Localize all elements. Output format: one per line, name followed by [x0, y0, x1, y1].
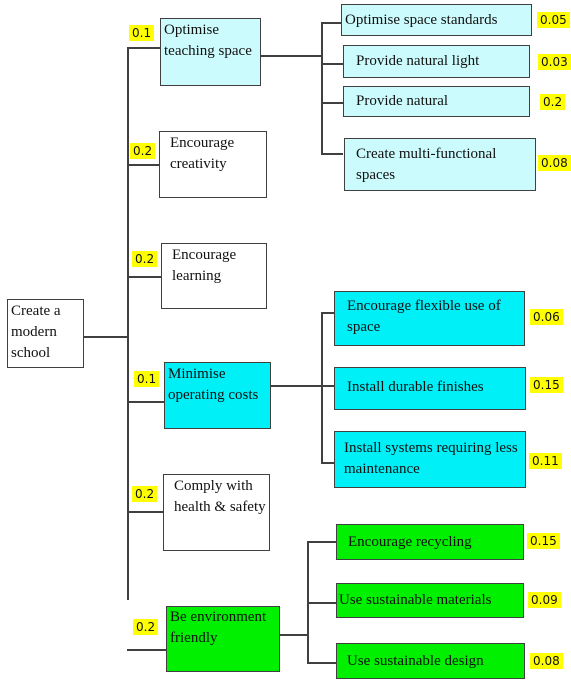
- weight-badge: 0.15: [527, 533, 560, 549]
- criterion-label: Be environment friendly: [170, 609, 267, 646]
- sub-connector: [307, 602, 337, 604]
- subcriterion-label: Encourage recycling: [348, 534, 472, 550]
- main-trunk: [127, 47, 129, 200]
- branch-connector: [127, 401, 165, 403]
- weight-badge: 0.08: [530, 653, 563, 669]
- sub-connector: [321, 102, 343, 104]
- criterion-label: Minimise operating costs: [168, 366, 259, 403]
- criterion-box-comply-health-safety[interactable]: Comply with health & safety: [163, 474, 270, 551]
- criterion-label: Optimise teaching space: [164, 22, 252, 59]
- weight-badge: 0.2: [132, 486, 158, 502]
- weight-badge: 0.03: [538, 54, 571, 70]
- branch-connector: [127, 649, 167, 651]
- criterion-label: Comply with health & safety: [174, 478, 266, 515]
- weight-badge: 0.2: [132, 251, 158, 267]
- subcriterion-label: Optimise space standards: [345, 12, 498, 28]
- main-trunk: [127, 200, 129, 600]
- subcriterion-label: Encourage flexible use of space: [347, 298, 501, 335]
- sub-connector: [260, 55, 322, 57]
- weight-badge: 0.11: [529, 453, 562, 469]
- subcriterion-label: Install durable finishes: [347, 379, 484, 395]
- sub-connector: [307, 541, 337, 543]
- sub-connector: [307, 662, 337, 664]
- weight-badge: 0.15: [530, 377, 563, 393]
- subcriterion-label: Provide natural: [356, 93, 449, 109]
- subcriterion-label: Create multi-functional spaces: [356, 146, 497, 183]
- root-goal-box[interactable]: Create a modern school: [7, 299, 84, 368]
- subcriterion-box[interactable]: Create multi-functional spaces: [344, 138, 536, 191]
- weight-badge: 0.1: [129, 25, 155, 41]
- weight-badge: 0.05: [537, 12, 570, 28]
- subcriterion-box[interactable]: Use sustainable materials: [336, 583, 524, 618]
- sub-trunk: [321, 312, 323, 462]
- criterion-box-optimise-teaching-space[interactable]: Optimise teaching space: [160, 18, 261, 86]
- criterion-box-be-environment-friendly[interactable]: Be environment friendly: [166, 606, 280, 672]
- sub-connector: [321, 462, 335, 464]
- sub-connector: [321, 153, 343, 155]
- root-connector: [83, 336, 128, 338]
- subcriterion-box[interactable]: Install systems requiring less maintenan…: [334, 431, 526, 488]
- subcriterion-box[interactable]: Optimise space standards: [341, 4, 532, 36]
- weight-badge: 0.08: [538, 155, 571, 171]
- criterion-label: Encourage learning: [172, 247, 237, 284]
- weight-badge: 0.1: [134, 371, 160, 387]
- sub-connector: [270, 385, 322, 387]
- branch-connector: [127, 276, 162, 278]
- subcriterion-label: Provide natural light: [356, 53, 480, 69]
- subcriterion-box[interactable]: Encourage recycling: [336, 524, 524, 560]
- weight-badge: 0.06: [530, 309, 563, 325]
- sub-connector: [321, 63, 343, 65]
- weight-badge: 0.2: [130, 143, 156, 159]
- criterion-box-encourage-creativity[interactable]: Encourage creativity: [159, 131, 267, 198]
- branch-connector: [127, 47, 161, 49]
- weight-badge: 0.2: [133, 619, 159, 635]
- subcriterion-label: Use sustainable materials: [339, 592, 492, 608]
- subcriterion-label: Use sustainable design: [347, 653, 484, 669]
- branch-connector: [127, 164, 159, 166]
- subcriterion-box[interactable]: Encourage flexible use of space: [334, 291, 525, 346]
- subcriterion-label: Install systems requiring less maintenan…: [344, 440, 518, 477]
- criterion-box-encourage-learning[interactable]: Encourage learning: [161, 243, 267, 309]
- root-goal-label: Create a modern school: [11, 303, 61, 361]
- subcriterion-box[interactable]: Provide natural: [343, 86, 530, 117]
- weight-badge: 0.09: [528, 592, 561, 608]
- subcriterion-box[interactable]: Use sustainable design: [336, 643, 525, 679]
- criterion-label: Encourage creativity: [170, 135, 235, 172]
- criterion-box-minimise-operating-costs[interactable]: Minimise operating costs: [164, 362, 271, 429]
- weight-badge: 0.2: [540, 94, 566, 110]
- sub-connector: [321, 385, 335, 387]
- subcriterion-box[interactable]: Install durable finishes: [334, 367, 526, 410]
- branch-connector: [127, 511, 164, 513]
- subcriterion-box[interactable]: Provide natural light: [343, 45, 530, 78]
- sub-connector: [279, 634, 308, 636]
- sub-trunk: [321, 22, 323, 153]
- sub-connector: [321, 312, 335, 314]
- sub-connector: [321, 22, 341, 24]
